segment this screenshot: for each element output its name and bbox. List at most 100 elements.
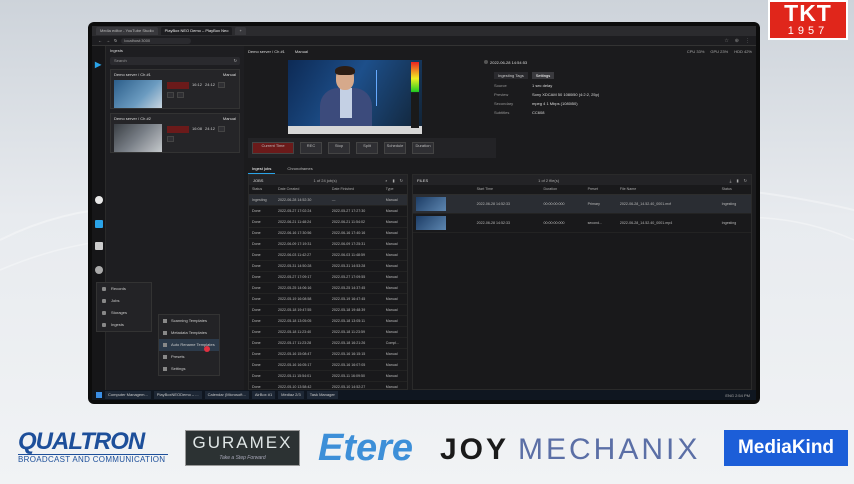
taskbar-item[interactable]: Task Manager: [306, 391, 338, 399]
taskbar-item[interactable]: AirBox #1: [251, 391, 276, 399]
column-header[interactable]: File Name: [616, 185, 719, 195]
table-row[interactable]: Done 2022-05-31 14:50:28 2022-05-31 14:53:…: [249, 260, 407, 272]
duration-field[interactable]: Duration: [412, 142, 434, 154]
table-row[interactable]: Done 2022-05-11 15:54:01 2022-05-11 16:09:…: [249, 370, 407, 382]
split-button[interactable]: [177, 92, 184, 98]
search-icon[interactable]: ⌕: [385, 178, 387, 183]
submenu-item-scanning-templates[interactable]: Scanning Templates: [159, 315, 219, 327]
table-cell: 2022-05-25 14:06:16: [275, 282, 329, 294]
column-header[interactable]: Preset: [584, 185, 617, 195]
table-row[interactable]: Done 2022-05-18 11:23:40 2022-05-18 11:23:…: [249, 326, 407, 338]
schedule-button[interactable]: Schedule: [384, 142, 406, 154]
table-row[interactable]: Done 2022-06-09 17:19:31 2022-06-09 17:25:…: [249, 238, 407, 250]
channel-title: Demo server / Ch #2: [114, 116, 151, 121]
column-header[interactable]: Type: [382, 185, 407, 195]
rec-button[interactable]: REC: [300, 142, 322, 154]
tab-ingest-jobs[interactable]: Ingest jobs: [248, 164, 276, 174]
hdd-usage: HDD 42%: [734, 48, 752, 54]
table-cell: Manual: [382, 194, 407, 206]
record-button[interactable]: [218, 126, 226, 132]
table-cell: Done: [249, 348, 276, 360]
stop-button[interactable]: Stop: [328, 142, 350, 154]
menu-item-storages[interactable]: Storages: [97, 307, 151, 319]
submenu-item-settings[interactable]: Settings: [159, 363, 219, 375]
table-row[interactable]: Done 2022-05-27 17:09:17 2022-05-27 17:09:…: [249, 271, 407, 283]
table-cell: 00:00:00:000: [540, 194, 585, 214]
table-row[interactable]: Done 2022-05-18 13:05:05 2022-05-18 13:05:…: [249, 315, 407, 327]
menu-item-ingests[interactable]: Ingests: [97, 319, 151, 331]
menu-item-records[interactable]: Records: [97, 283, 151, 295]
file-thumbnail: [413, 194, 474, 214]
tab-ingesting-tags[interactable]: Ingesting Tags: [494, 72, 528, 79]
column-header[interactable]: Date Created: [275, 185, 329, 195]
tab-settings[interactable]: Settings: [531, 72, 555, 79]
column-header[interactable]: Duration: [540, 185, 585, 195]
split-button[interactable]: Split: [356, 142, 378, 154]
nav-camera-icon[interactable]: [95, 220, 103, 228]
table-cell: Ingesting: [249, 194, 276, 206]
new-tab-button[interactable]: +: [235, 27, 246, 35]
stop-button[interactable]: [167, 92, 174, 98]
browser-menu-icon[interactable]: ⋮: [745, 38, 750, 44]
system-tray[interactable]: ENG 2:54 PM: [725, 393, 756, 398]
taskbar-item[interactable]: Computer Managem...: [105, 391, 151, 399]
table-cell: Manual: [382, 238, 407, 250]
windows-start-icon[interactable]: [96, 392, 102, 398]
table-row[interactable]: Done 2022-05-27 17:02:24 2022-05-27 17:27:…: [249, 205, 407, 217]
taskbar-item[interactable]: PlayBoxNEODemo – ...: [153, 391, 202, 399]
refresh-icon[interactable]: ↻: [744, 178, 747, 183]
nav-gear-icon[interactable]: [95, 266, 103, 274]
table-row[interactable]: 2022-06-28 14:52:33 00:00:00:000 Primary 20…: [413, 194, 751, 214]
record-button[interactable]: [218, 82, 226, 88]
news-ticker: [288, 126, 422, 134]
monitor: Media editor - YouTube Studio PlayBox NE…: [88, 22, 760, 404]
table-row[interactable]: Done 2022-06-16 17:30:56 2022-06-16 17:40:…: [249, 227, 407, 239]
address-field[interactable]: localhost:3000: [121, 37, 192, 44]
reload-icon[interactable]: ↻: [114, 38, 117, 43]
table-row[interactable]: Done 2022-05-16 15:08:47 2022-05-16 16:15:…: [249, 348, 407, 360]
submenu-item-presets[interactable]: Presets: [159, 351, 219, 363]
tab-chronoframes[interactable]: Chronoframes: [283, 164, 316, 174]
search-input[interactable]: Search ↻: [110, 57, 240, 65]
refresh-icon[interactable]: ↻: [400, 178, 403, 183]
table-row[interactable]: Done 2022-05-18 19:47:55 2022-05-18 19:48:…: [249, 304, 407, 316]
nav-layout-icon[interactable]: [95, 242, 103, 250]
refresh-icon[interactable]: ↻: [234, 57, 237, 65]
taskbar-item[interactable]: Mediaz 2/3: [278, 391, 304, 399]
table-row[interactable]: Ingesting 2022-06-28 14:52:30— Manual: [249, 194, 407, 206]
browser-tab-active[interactable]: PlayBox NEO Demo – PlayBox Neo: [160, 27, 233, 35]
table-cell: Done: [249, 359, 276, 371]
main-header: Demo server / Ch #1 Manual CPU 33% GPU 2…: [244, 46, 756, 56]
app-logo-icon[interactable]: ▶: [95, 60, 101, 69]
nav-globe-icon[interactable]: [95, 196, 103, 204]
column-header[interactable]: Status: [249, 185, 276, 195]
stop-button[interactable]: [167, 136, 174, 142]
back-icon[interactable]: ←: [98, 38, 102, 43]
browser-tab[interactable]: Media editor - YouTube Studio: [96, 27, 158, 35]
extension-icon[interactable]: ⊕: [735, 38, 739, 44]
files-table: Start Time Duration Preset File Name Status …: [413, 185, 751, 233]
channel-card[interactable]: Demo server / Ch #2 Manual 16:08 24:12: [110, 113, 240, 153]
channel-card[interactable]: Demo server / Ch #1 Manual 16:12 24:12: [110, 69, 240, 109]
column-header[interactable]: Status: [718, 185, 751, 195]
table-cell: Manual: [382, 326, 407, 338]
forward-icon[interactable]: →: [106, 38, 110, 43]
menu-item-jobs[interactable]: Jobs: [97, 295, 151, 307]
table-row[interactable]: Done 2022-05-25 14:06:16 2022-05-25 14:37:…: [249, 282, 407, 294]
table-row[interactable]: Done 2022-05-16 16:05:17 2022-05-16 16:07:…: [249, 359, 407, 371]
bookmark-icon[interactable]: ☆: [724, 38, 728, 44]
taskbar-item[interactable]: Calendar (Microsoft...: [204, 391, 249, 399]
jobs-table: Status Date Created Date Finished Type Inge…: [249, 185, 407, 400]
download-icon[interactable]: ⤓: [730, 178, 732, 183]
table-row[interactable]: Done 2022-05-17 11:23:28 2022-05-18 16:21:…: [249, 337, 407, 349]
table-row[interactable]: 2022-06-28 14:52:33 00:00:00:000 second...…: [413, 213, 751, 233]
delete-icon[interactable]: ▮: [392, 178, 394, 183]
submenu-item-metadata-templates[interactable]: Metadata Templates: [159, 327, 219, 339]
column-header[interactable]: Start Time: [473, 185, 541, 195]
table-row[interactable]: Done 2022-06-21 11:48:24 2022-06-21 11:54:…: [249, 216, 407, 228]
column-header[interactable]: Date Finished: [328, 185, 383, 195]
table-row[interactable]: Done 2022-05-19 16:08:58 2022-05-19 16:47:…: [249, 293, 407, 305]
table-row[interactable]: Done 2022-06-03 11:42:27 2022-06-03 11:48:…: [249, 249, 407, 261]
submenu-item-auto-rename-templates[interactable]: Auto Rename Templates: [159, 339, 219, 351]
delete-icon[interactable]: ▮: [736, 178, 738, 183]
